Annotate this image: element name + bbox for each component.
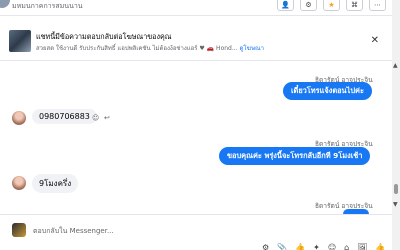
react-icon[interactable]: ☺ [92,114,99,122]
chat-header: มหมนกาคการสมนนาน 👤 ⚙ ★ ⌘ ⋯ [0,0,392,16]
header-actions: 👤 ⚙ ★ ⌘ ⋯ [277,0,386,11]
chat-scrollbar[interactable]: ▲ ▼ [392,0,400,250]
star-icon[interactable]: ★ [323,0,340,11]
contact-avatar[interactable] [12,111,26,125]
scroll-down-arrow-icon[interactable]: ▼ [393,201,398,208]
ad-banner-subtitle: สวยสด ใช้งานดี รับประกันสิทธิ์ แอปพลิเคช… [36,43,264,53]
message-composer: ⚙ 📎 👍 ✦ ☺ ⌂ 🖼 👍 [0,214,392,250]
scroll-up-arrow-icon[interactable]: ▲ [393,62,398,69]
settings-icon[interactable]: ⚙ [262,243,269,250]
ad-banner-title: แชทนี้มีข้อความตอบกลับต่อโฆษณาของคุณ [36,32,172,41]
more-icon[interactable]: ⋯ [369,0,386,11]
emoji-icon[interactable]: ☺ [328,243,336,250]
ad-reply-banner: แชทนี้มีข้อความตอบกลับต่อโฆษณาของคุณ สวย… [0,28,392,56]
page-avatar [12,223,26,237]
reply-icon[interactable]: ↩ [104,114,110,122]
header-contact-name[interactable]: มหมนกาคการสมนนาน [12,1,83,12]
hand-icon[interactable]: 👍 [295,243,305,250]
gear-icon[interactable]: ⚙ [300,0,317,11]
sticker-icon[interactable]: ⌂ [344,243,349,250]
close-icon[interactable]: ✕ [371,35,379,46]
header-divider [0,60,392,61]
contact-avatar[interactable] [12,176,26,190]
ad-thumbnail[interactable] [9,30,31,52]
reply-input[interactable] [33,224,373,238]
incoming-message-bubble[interactable]: 0980706883 [32,109,97,124]
messenger-chat-window: มหมนกาคการสมนนาน 👤 ⚙ ★ ⌘ ⋯ แชทนี้มีข้อคว… [0,0,392,250]
header-avatar[interactable] [0,0,10,8]
person-icon[interactable]: 👤 [277,0,294,11]
incoming-message-bubble[interactable]: 9โมงครึ่ง [32,174,79,193]
attachment-icon[interactable]: 📎 [277,243,287,250]
outgoing-message-bubble[interactable]: เดี๋ยวโทรแจ้งตอนไปค่ะ [283,82,372,100]
view-ad-link[interactable]: ดูโฆษณา [240,45,264,52]
image-icon[interactable]: 🖼 [357,243,367,250]
tag-icon[interactable]: ⌘ [346,0,363,11]
like-icon[interactable]: 👍 [375,243,385,250]
sparkle-icon[interactable]: ✦ [313,243,320,250]
composer-toolbar: ⚙ 📎 👍 ✦ ☺ ⌂ 🖼 👍 [262,243,385,250]
outgoing-message-bubble[interactable]: ขอบคุณค่ะ พรุ่งนี้จะโทรกลับอีกที 9โมงเช้… [219,147,371,165]
scrollbar-thumb[interactable] [394,184,398,194]
ad-description: สวยสด ใช้งานดี รับประกันสิทธิ์ แอปพลิเคช… [36,45,238,52]
